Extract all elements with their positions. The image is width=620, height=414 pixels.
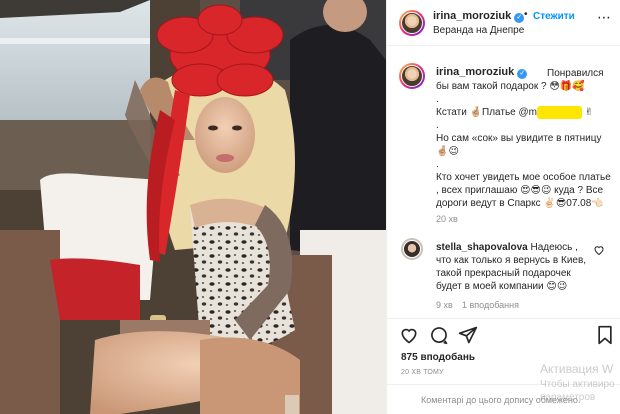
comment-time: 9 хв [436, 300, 453, 310]
follow-button[interactable]: Стежити [533, 11, 575, 22]
post-location[interactable]: Веранда на Днепре [433, 25, 524, 36]
caption-line-with-tag: Кстати 🤞🏼Платье @mxxxxxxxxx ✌ [436, 106, 594, 119]
instagram-post-modal: irina_moroziuk ✓ • Стежити Веранда на Дне… [0, 0, 620, 414]
commenter-avatar[interactable] [401, 238, 423, 260]
verified-badge-icon: ✓ [514, 13, 525, 23]
small-heart-icon[interactable] [593, 243, 605, 256]
share-icon[interactable] [458, 325, 478, 345]
caption-line: Кто хочет увидеть мое особое платье , вс… [436, 172, 611, 209]
activation-watermark: Активация W Чтобы активиро параметров [540, 362, 615, 403]
comment-body: stella_shapovalova Надеюсь , что как тол… [436, 241, 594, 293]
caption-line: . [436, 159, 439, 170]
watermark-line: Активация W [540, 362, 614, 376]
comment-likes[interactable]: 1 вподобання [462, 300, 519, 310]
caption-line: Понравился бы вам такой подарок ? 😳🎁🥰 [436, 68, 604, 92]
caption-line: Но сам «сок» вы увидите в пятницу 🤞🏼😉 [436, 133, 602, 157]
bookmark-icon[interactable] [595, 325, 615, 345]
commenter-username[interactable]: stella_shapovalova [436, 242, 528, 253]
post-photo[interactable] [0, 0, 386, 414]
like-count[interactable]: 875 вподобань [401, 352, 475, 363]
post-details-panel: irina_moroziuk ✓ • Стежити Веранда на Дне… [386, 0, 620, 414]
author-username[interactable]: irina_moroziuk ✓ [433, 10, 525, 23]
redacted-tag: xxxxxxxxx [537, 106, 583, 119]
caption-line: . [436, 94, 439, 105]
post-header: irina_moroziuk ✓ • Стежити Веранда на Дне… [387, 0, 620, 46]
caption-time: 20 хв [436, 214, 458, 224]
caption-line: . [436, 120, 439, 131]
separator-dot: • [524, 9, 528, 20]
author-avatar[interactable] [399, 10, 425, 36]
heart-icon[interactable] [399, 325, 419, 345]
caption-avatar[interactable] [399, 63, 425, 89]
watermark-line: Чтобы активиро [540, 379, 615, 390]
watermark-line: параметров [540, 392, 596, 403]
more-icon[interactable]: ⋯ [597, 9, 612, 26]
comment-icon[interactable] [429, 325, 449, 345]
post-time-ago: 20 ХВ ТОМУ [401, 369, 444, 376]
caption-text: Понравился бы вам такой подарок ? 😳🎁🥰 . … [436, 67, 614, 210]
